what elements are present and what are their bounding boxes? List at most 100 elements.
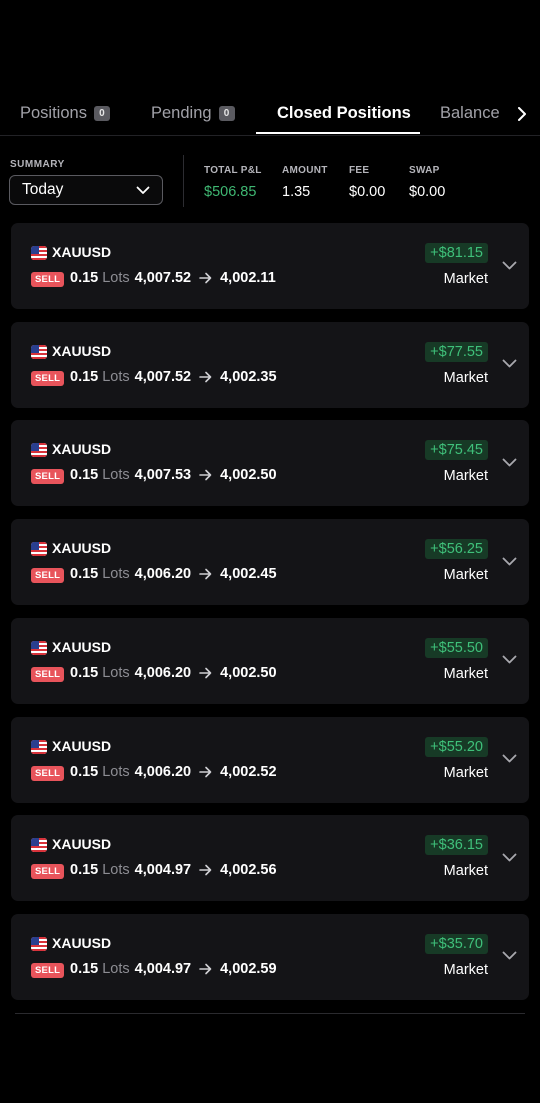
position-pnl: +$77.55: [425, 341, 488, 362]
position-lots: 0.15: [70, 368, 99, 385]
position-open-price: 4,006.20: [134, 763, 192, 780]
position-pnl: +$55.50: [425, 637, 488, 658]
us-flag-icon: [31, 542, 47, 557]
us-flag-icon: [31, 936, 47, 951]
position-side-badge: SELL: [31, 272, 65, 287]
position-symbol: XAUUSD: [52, 737, 112, 754]
amount-stat: AMOUNT 1.35: [282, 165, 328, 200]
total-pnl-value: $506.85: [204, 184, 257, 200]
position-details: 0.15 Lots 4,007.53 4,002.50: [70, 467, 277, 483]
chevron-right-icon: [518, 107, 526, 121]
swap-label: SWAP: [409, 165, 440, 176]
tab-closed-positions-label: Closed Positions: [277, 103, 411, 122]
swap-value: $0.00: [409, 184, 446, 200]
position-lots-unit: Lots: [102, 566, 130, 583]
arrow-right-icon: [199, 667, 212, 679]
position-details: 0.15 Lots 4,007.52 4,002.11: [70, 270, 276, 286]
position-lots: 0.15: [70, 566, 99, 583]
chevron-down-icon[interactable]: [501, 851, 517, 863]
position-close-price: 4,002.11: [220, 270, 276, 286]
closed-positions-screen: Positions 0 Pending 0 Closed Positions B…: [0, 0, 540, 1103]
chevron-down-icon[interactable]: [501, 358, 517, 370]
arrow-right-icon: [199, 371, 212, 383]
position-pnl: +$75.45: [425, 440, 488, 461]
fee-label: FEE: [349, 165, 370, 176]
position-lots-unit: Lots: [102, 664, 130, 681]
active-tab-indicator: [256, 132, 420, 134]
position-open-price: 4,004.97: [134, 960, 192, 977]
position-open-price: 4,006.20: [134, 566, 192, 583]
position-details: 0.15 Lots 4,006.20 4,002.50: [70, 665, 277, 681]
chevron-down-icon[interactable]: [501, 654, 517, 666]
position-symbol: XAUUSD: [52, 244, 112, 260]
position-lots: 0.15: [70, 270, 99, 286]
closed-position-card[interactable]: XAUUSD SELL 0.15 Lots 4,007.52 4,002.35 …: [11, 321, 529, 408]
position-open-price: 4,007.52: [134, 368, 192, 385]
tab-positions-label: Positions: [20, 103, 87, 122]
total-pnl-stat: TOTAL P&L $506.85: [204, 165, 262, 200]
tab-pending-count-badge: 0: [218, 105, 235, 121]
position-symbol: XAUUSD: [52, 934, 112, 951]
position-order-type: Market: [443, 863, 488, 880]
position-pnl: +$36.15: [425, 835, 488, 856]
chevron-down-icon[interactable]: [501, 950, 517, 962]
chevron-down-icon[interactable]: [501, 753, 517, 765]
list-end-divider: [15, 1013, 525, 1014]
position-lots: 0.15: [70, 862, 99, 879]
closed-position-card[interactable]: XAUUSD SELL 0.15 Lots 4,004.97 4,002.56 …: [11, 815, 529, 902]
us-flag-icon: [31, 246, 47, 260]
tab-pending-label: Pending: [151, 103, 212, 122]
position-close-price: 4,002.50: [220, 664, 277, 681]
position-open-price: 4,004.97: [134, 862, 192, 879]
chevron-down-icon[interactable]: [501, 456, 517, 468]
us-flag-icon: [31, 739, 47, 754]
position-lots-unit: Lots: [102, 467, 130, 484]
position-symbol: XAUUSD: [52, 441, 112, 458]
us-flag-icon: [31, 640, 47, 655]
position-order-type: Market: [443, 567, 488, 584]
closed-position-card[interactable]: XAUUSD SELL 0.15 Lots 4,006.20 4,002.45 …: [11, 519, 529, 606]
tabs-scroll-right-button[interactable]: [512, 103, 532, 125]
position-order-type: Market: [443, 271, 488, 287]
tab-positions[interactable]: Positions 0: [20, 91, 110, 135]
us-flag-icon: [31, 344, 47, 359]
position-lots: 0.15: [70, 467, 99, 484]
tab-pending[interactable]: Pending 0: [151, 91, 235, 135]
position-pnl: +$55.20: [425, 736, 488, 757]
closed-position-card[interactable]: XAUUSD SELL 0.15 Lots 4,006.20 4,002.50 …: [11, 617, 529, 704]
position-side-badge: SELL: [31, 370, 65, 386]
position-open-price: 4,006.20: [134, 664, 192, 681]
amount-label: AMOUNT: [282, 165, 328, 176]
arrow-right-icon: [199, 568, 212, 580]
position-close-price: 4,002.45: [220, 566, 277, 583]
us-flag-icon: [31, 838, 47, 853]
position-lots: 0.15: [70, 763, 99, 780]
position-open-price: 4,007.53: [134, 467, 192, 484]
position-order-type: Market: [443, 369, 488, 386]
tab-balance[interactable]: Balance: [440, 91, 500, 135]
period-select-value: Today: [22, 181, 64, 198]
chevron-down-icon[interactable]: [501, 555, 517, 567]
position-symbol: XAUUSD: [52, 638, 112, 655]
closed-position-card[interactable]: XAUUSD SELL 0.15 Lots 4,007.52 4,002.11 …: [11, 223, 529, 309]
closed-position-card[interactable]: XAUUSD SELL 0.15 Lots 4,004.97 4,002.59 …: [11, 913, 529, 1000]
position-side-badge: SELL: [31, 962, 65, 978]
chevron-down-icon[interactable]: [501, 259, 517, 271]
fee-value: $0.00: [349, 184, 386, 200]
arrow-right-icon: [199, 766, 212, 778]
closed-position-card[interactable]: XAUUSD SELL 0.15 Lots 4,007.53 4,002.50 …: [11, 420, 529, 507]
position-details: 0.15 Lots 4,004.97 4,002.56: [70, 862, 277, 878]
position-details: 0.15 Lots 4,006.20 4,002.52: [70, 764, 277, 780]
arrow-right-icon: [199, 469, 212, 481]
position-side-badge: SELL: [31, 666, 65, 682]
tab-closed-positions[interactable]: Closed Positions: [277, 91, 411, 135]
us-flag-icon: [31, 443, 47, 458]
arrow-right-icon: [199, 963, 212, 975]
period-select[interactable]: Today: [9, 175, 163, 205]
summary-divider: [183, 155, 184, 207]
tab-positions-count-badge: 0: [93, 105, 110, 121]
closed-position-card[interactable]: XAUUSD SELL 0.15 Lots 4,006.20 4,002.52 …: [11, 716, 529, 803]
position-side-badge: SELL: [31, 568, 65, 584]
amount-value: 1.35: [282, 184, 311, 200]
position-close-price: 4,002.35: [220, 368, 277, 385]
